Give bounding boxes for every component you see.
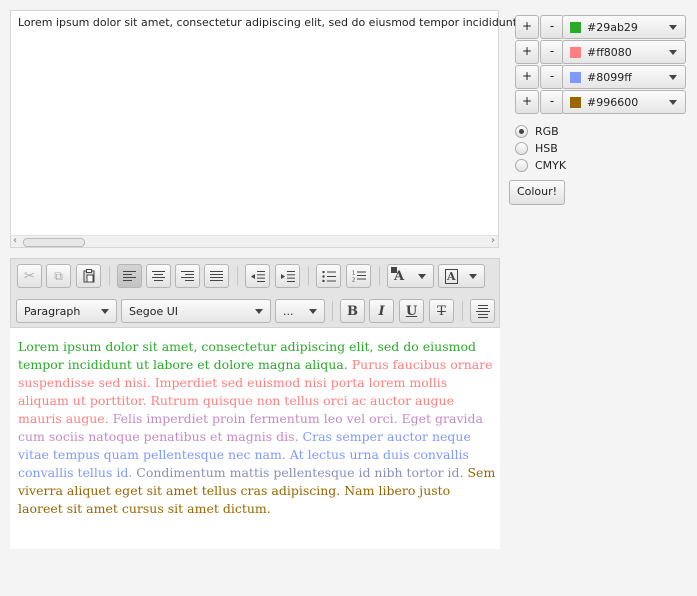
- decrease-color-1-button[interactable]: -: [540, 15, 564, 39]
- bullet-list-button[interactable]: [316, 264, 341, 288]
- top-text-area[interactable]: Lorem ipsum dolor sit amet, consectetur …: [10, 10, 517, 248]
- radio-button-icon[interactable]: [515, 142, 528, 155]
- font-size-value: ...: [283, 305, 294, 318]
- color-picker-1[interactable]: #29ab29: [562, 15, 686, 39]
- increase-color-1-button[interactable]: +: [515, 15, 539, 39]
- cut-button[interactable]: ✂: [17, 264, 42, 288]
- chevron-down-icon: [469, 274, 477, 279]
- color-value: #996600: [587, 96, 639, 109]
- chevron-down-icon: [669, 75, 677, 80]
- increase-color-2-button[interactable]: +: [515, 40, 539, 64]
- increase-color-4-button[interactable]: +: [515, 90, 539, 114]
- paragraph-format-value: Paragraph: [24, 305, 81, 318]
- align-center-button[interactable]: [146, 264, 171, 288]
- radio-label: CMYK: [535, 159, 567, 172]
- chevron-down-icon: [309, 309, 317, 314]
- radio-button-icon[interactable]: [515, 125, 528, 138]
- bullet-list-icon: [321, 270, 336, 282]
- bold-button[interactable]: B: [340, 299, 365, 323]
- font-size-select[interactable]: ...: [275, 299, 325, 323]
- text-color-icon: A: [391, 266, 404, 284]
- radio-rgb[interactable]: RGB: [515, 125, 559, 138]
- scissors-icon: ✂: [24, 268, 35, 284]
- editor-content: Lorem ipsum dolor sit amet, consectetur …: [18, 338, 496, 518]
- svg-text:2: 2: [352, 278, 355, 283]
- radio-button-icon[interactable]: [515, 159, 528, 172]
- align-justify-button[interactable]: [204, 264, 229, 288]
- horizontal-rule-icon: [475, 305, 490, 318]
- scrollbar-thumb[interactable]: [23, 238, 85, 247]
- svg-text:1: 1: [352, 271, 355, 277]
- decrease-color-4-button[interactable]: -: [540, 90, 564, 114]
- color-value: #29ab29: [587, 21, 638, 34]
- clipboard-icon: [83, 269, 94, 283]
- align-center-icon: [152, 271, 165, 281]
- color-swatch: [570, 47, 581, 58]
- radio-label: HSB: [535, 142, 558, 155]
- align-left-button[interactable]: [117, 264, 142, 288]
- copy-button[interactable]: ⧉: [46, 264, 71, 288]
- chevron-down-icon: [255, 309, 263, 314]
- align-left-icon: [123, 271, 136, 281]
- radio-label: RGB: [535, 125, 559, 138]
- font-family-value: Segoe UI: [129, 305, 179, 318]
- align-justify-icon: [210, 271, 223, 281]
- color-swatch: [570, 72, 581, 83]
- font-family-select[interactable]: Segoe UI: [121, 299, 271, 323]
- chevron-down-icon: [669, 100, 677, 105]
- strikethrough-button[interactable]: T: [429, 299, 454, 323]
- strikethrough-icon: T: [437, 303, 446, 319]
- text-segment: Condimentum mattis pellentesque id nibh …: [136, 465, 468, 480]
- color-swatch: [570, 22, 581, 33]
- decrease-color-3-button[interactable]: -: [540, 65, 564, 89]
- rich-text-editor[interactable]: Lorem ipsum dolor sit amet, consectetur …: [10, 328, 500, 549]
- radio-hsb[interactable]: HSB: [515, 142, 558, 155]
- horizontal-scrollbar[interactable]: ‹ ›: [11, 235, 498, 247]
- chevron-down-icon: [669, 25, 677, 30]
- color-picker-3[interactable]: #8099ff: [562, 65, 686, 89]
- increase-color-3-button[interactable]: +: [515, 65, 539, 89]
- underline-icon: U: [405, 303, 418, 319]
- bold-icon: B: [347, 303, 358, 319]
- color-value: #8099ff: [587, 71, 632, 84]
- indent-button[interactable]: [275, 264, 300, 288]
- color-picker-2[interactable]: #ff8080: [562, 40, 686, 64]
- colour-button[interactable]: Colour!: [509, 180, 565, 205]
- color-picker-4[interactable]: #996600: [562, 90, 686, 114]
- outdent-button[interactable]: [245, 264, 270, 288]
- indent-icon: [280, 270, 295, 282]
- decrease-color-2-button[interactable]: -: [540, 40, 564, 64]
- italic-button[interactable]: I: [369, 299, 394, 323]
- paragraph-format-select[interactable]: Paragraph: [16, 299, 117, 323]
- align-right-icon: [181, 271, 194, 281]
- copy-icon: ⧉: [54, 268, 63, 283]
- numbered-list-icon: 12: [352, 271, 366, 283]
- scroll-right-icon[interactable]: ›: [491, 235, 495, 246]
- italic-icon: I: [378, 303, 385, 319]
- chevron-down-icon: [101, 309, 109, 314]
- radio-cmyk[interactable]: CMYK: [515, 159, 566, 172]
- background-color-button[interactable]: A: [438, 264, 485, 288]
- color-swatch: [570, 97, 581, 108]
- underline-button[interactable]: U: [399, 299, 424, 323]
- text-color-button[interactable]: A: [387, 264, 434, 288]
- outdent-icon: [250, 270, 265, 282]
- paste-button[interactable]: [76, 264, 101, 288]
- numbered-list-button[interactable]: 12: [346, 264, 371, 288]
- top-text-content: Lorem ipsum dolor sit amet, consectetur …: [18, 16, 518, 29]
- html-editor-toolbar: ✂ ⧉ 12 A A Paragraph Segoe UI ... B I U …: [10, 258, 500, 328]
- background-color-letter: A: [447, 269, 456, 283]
- align-right-button[interactable]: [175, 264, 200, 288]
- chevron-down-icon: [418, 274, 426, 279]
- scroll-left-icon[interactable]: ‹: [13, 235, 17, 246]
- chevron-down-icon: [669, 50, 677, 55]
- color-value: #ff8080: [587, 46, 632, 59]
- insert-horizontal-rule-button[interactable]: [470, 299, 495, 323]
- background-color-icon: A: [445, 268, 458, 284]
